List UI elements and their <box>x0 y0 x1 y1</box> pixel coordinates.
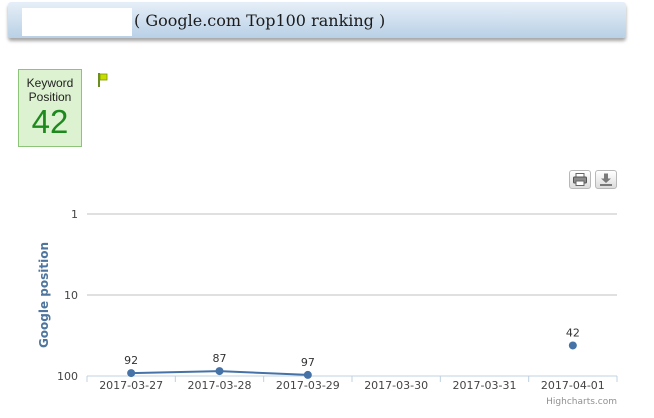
x-tick-label: 2017-03-31 <box>453 379 517 392</box>
highcharts-credit: Highcharts.com <box>546 397 617 407</box>
data-point <box>568 341 577 350</box>
data-point <box>303 370 312 379</box>
y-axis-title: Google position <box>37 242 51 348</box>
data-point <box>127 369 136 378</box>
y-tick-label: 100 <box>57 370 78 383</box>
data-label: 97 <box>301 356 315 369</box>
x-tick-label: 2017-03-29 <box>276 379 340 392</box>
data-label: 87 <box>213 352 227 365</box>
y-tick-label: 1 <box>71 208 78 221</box>
x-tick-label: 2017-04-01 <box>541 379 605 392</box>
x-tick-label: 2017-03-28 <box>188 379 252 392</box>
data-label: 42 <box>566 326 580 339</box>
data-point <box>215 367 224 376</box>
ranking-chart: 1 10 100 2017-03-27 2017-03-28 2017-03-29 2017… <box>37 208 618 407</box>
x-tick-label: 2017-03-30 <box>364 379 428 392</box>
y-tick-label: 10 <box>64 289 78 302</box>
x-tick-label: 2017-03-27 <box>99 379 163 392</box>
data-label: 92 <box>124 354 138 367</box>
